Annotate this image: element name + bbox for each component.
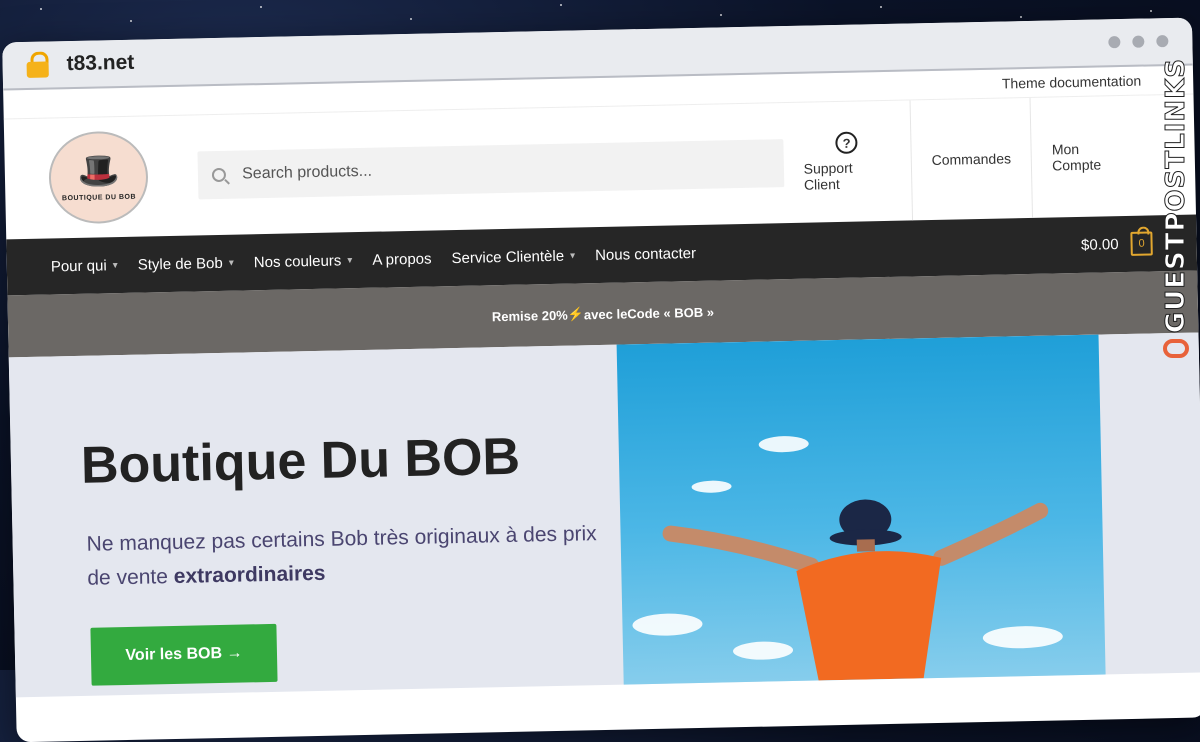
browser-window: t83.net Theme documentation 🎩 BOUTIQUE D… bbox=[2, 17, 1200, 742]
window-controls bbox=[1108, 35, 1169, 49]
nav-label: Style de Bob bbox=[137, 254, 223, 274]
lightning-icon: ⚡ bbox=[567, 306, 585, 322]
window-dot-icon[interactable] bbox=[1132, 35, 1145, 48]
url-text[interactable]: t83.net bbox=[66, 51, 134, 76]
chevron-down-icon: ▾ bbox=[228, 257, 234, 269]
theme-documentation-link[interactable]: Theme documentation bbox=[1002, 73, 1142, 92]
promo-text-end: avec leCode « BOB » bbox=[583, 304, 715, 322]
nav-label: Service Clientèle bbox=[451, 247, 565, 267]
search-bar[interactable] bbox=[197, 139, 785, 200]
logo-text: BOUTIQUE DU BOB bbox=[61, 193, 137, 202]
hero-subtitle: Ne manquez pas certains Bob très origina… bbox=[86, 517, 607, 595]
nav-item-nous-contacter[interactable]: Nous contacter bbox=[595, 244, 696, 263]
search-input[interactable] bbox=[239, 153, 745, 185]
nav-item-a-propos[interactable]: A propos bbox=[372, 250, 432, 268]
hero-image bbox=[616, 334, 1106, 685]
header-links: ? Support Client Commandes Mon Compte bbox=[782, 95, 1153, 223]
chevron-down-icon: ▾ bbox=[347, 254, 353, 266]
nav-item-service-clientele[interactable]: Service Clientèle ▾ bbox=[451, 247, 576, 267]
promo-text-start: Remise 20% bbox=[491, 307, 568, 324]
window-dot-icon[interactable] bbox=[1108, 36, 1121, 49]
nav-item-pour-qui[interactable]: Pour qui ▾ bbox=[51, 257, 118, 275]
cart-total: $0.00 bbox=[1080, 235, 1119, 254]
nav-label: A propos bbox=[372, 250, 432, 269]
window-dot-icon[interactable] bbox=[1156, 35, 1169, 48]
nav-label: Nos couleurs bbox=[253, 251, 342, 271]
link-icon bbox=[1163, 339, 1189, 358]
hero-subtitle-bold: extraordinaires bbox=[173, 561, 326, 588]
nav-label: Nous contacter bbox=[594, 244, 697, 264]
voir-les-bob-button[interactable]: Voir les BOB → bbox=[90, 623, 278, 686]
site-header: 🎩 BOUTIQUE DU BOB ? Support Client Comma… bbox=[4, 95, 1196, 240]
person-illustration bbox=[662, 499, 1049, 681]
guestpostlinks-watermark: GUESTPOSTLINKS bbox=[1160, 58, 1192, 358]
site-logo[interactable]: 🎩 BOUTIQUE DU BOB bbox=[48, 130, 150, 225]
chevron-down-icon: ▾ bbox=[112, 259, 118, 271]
mon-compte-link[interactable]: Mon Compte bbox=[1029, 95, 1153, 218]
nav-label: Pour qui bbox=[50, 256, 107, 275]
question-icon: ? bbox=[835, 131, 858, 155]
hero-subtitle-text: Ne manquez pas certains Bob très origina… bbox=[86, 522, 597, 590]
commandes-label: Commandes bbox=[931, 150, 1012, 169]
hero-title: Boutique Du BOB bbox=[80, 427, 521, 495]
support-client-label: Support Client bbox=[803, 159, 853, 193]
nav-item-style-de-bob[interactable]: Style de Bob ▾ bbox=[138, 254, 234, 273]
mon-compte-label: Mon Compte bbox=[1051, 140, 1102, 174]
chevron-down-icon: ▾ bbox=[569, 250, 576, 262]
nav-item-nos-couleurs[interactable]: Nos couleurs ▾ bbox=[254, 252, 353, 271]
bucket-hat-icon: 🎩 bbox=[76, 151, 121, 191]
lock-icon bbox=[26, 51, 51, 78]
shopping-bag-icon: 0 bbox=[1130, 231, 1153, 256]
watermark-text: GUESTPOSTLINKS bbox=[1161, 58, 1192, 334]
cart-button[interactable]: $0.00 0 bbox=[1081, 231, 1153, 256]
search-icon bbox=[212, 167, 227, 183]
commandes-link[interactable]: Commandes bbox=[909, 97, 1033, 221]
hero-section: Boutique Du BOB Ne manquez pas certains … bbox=[8, 332, 1200, 698]
support-client-link[interactable]: ? Support Client bbox=[782, 100, 912, 223]
cart-count: 0 bbox=[1138, 237, 1145, 250]
